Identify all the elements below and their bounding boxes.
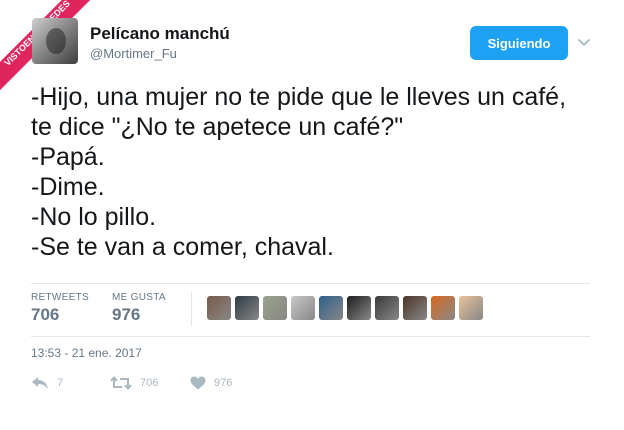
retweets-count[interactable]: 706: [31, 305, 59, 325]
tweet-line: -Hijo, una mujer no te pide que le lleve…: [31, 83, 567, 111]
divider: [31, 283, 590, 284]
liker-avatar[interactable]: [319, 296, 343, 320]
tweet-timestamp[interactable]: 13:53 - 21 ene. 2017: [31, 346, 142, 360]
liker-avatar[interactable]: [235, 296, 259, 320]
liker-avatar[interactable]: [263, 296, 287, 320]
chevron-down-icon[interactable]: [576, 34, 592, 50]
like-count: 976: [214, 377, 233, 389]
liker-avatar[interactable]: [459, 296, 483, 320]
tweet-line: -Dime.: [31, 173, 105, 201]
reply-count: 7: [57, 377, 64, 389]
liker-avatar[interactable]: [291, 296, 315, 320]
divider: [31, 336, 590, 337]
likes-label[interactable]: ME GUSTA: [112, 292, 166, 303]
reply-button[interactable]: 7: [31, 376, 63, 390]
like-button[interactable]: 976: [190, 376, 232, 390]
tweet-line: -Papá.: [31, 143, 105, 171]
divider: [191, 292, 192, 326]
user-handle[interactable]: @Mortimer_Fu: [90, 46, 177, 61]
retweet-button[interactable]: 706: [110, 376, 158, 390]
tweet-line: -Se te van a comer, chaval.: [31, 233, 334, 261]
reply-icon: [32, 377, 48, 389]
avatar[interactable]: [32, 18, 78, 64]
liker-avatar[interactable]: [375, 296, 399, 320]
retweet-icon: [110, 376, 132, 390]
liker-avatar[interactable]: [431, 296, 455, 320]
display-name[interactable]: Pelícano manchú: [90, 24, 230, 44]
liker-avatars: [207, 296, 483, 320]
tweet-line: -No lo pillo.: [31, 203, 157, 231]
liker-avatar[interactable]: [347, 296, 371, 320]
retweets-label[interactable]: RETWEETS: [31, 292, 89, 303]
likes-count[interactable]: 976: [112, 305, 140, 325]
retweet-count: 706: [140, 377, 159, 389]
heart-icon: [190, 376, 206, 390]
following-button[interactable]: Siguiendo: [470, 26, 568, 60]
liker-avatar[interactable]: [403, 296, 427, 320]
liker-avatar[interactable]: [207, 296, 231, 320]
tweet-text: -Hijo, una mujer no te pide que le lleve…: [31, 82, 601, 262]
tweet-line: te dice "¿No te apetece un café?": [31, 113, 404, 141]
